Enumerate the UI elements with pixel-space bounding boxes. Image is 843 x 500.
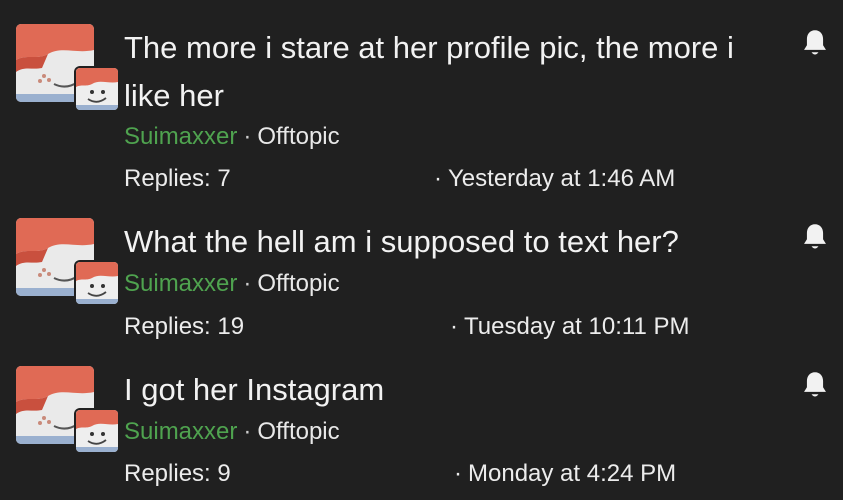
thread-item[interactable]: The more i stare at her profile pic, the… (0, 24, 843, 200)
thread-item[interactable]: I got her Instagram Suimaxxer · Offtopic R… (0, 366, 843, 496)
author-link[interactable]: Suimaxxer (124, 123, 237, 150)
thread-avatars (16, 218, 116, 308)
forum-link[interactable]: Offtopic (257, 270, 339, 297)
last-poster-avatar[interactable] (76, 262, 118, 304)
thread-item[interactable]: What the hell am i supposed to text her?… (0, 218, 843, 348)
thread-meta: Suimaxxer · Offtopic (124, 122, 340, 152)
bullet: · (450, 313, 458, 340)
bullet: · (434, 165, 442, 192)
meta-separator: · (243, 123, 252, 150)
bell-icon[interactable] (801, 370, 829, 400)
last-post-time[interactable]: · Yesterday at 1:46 AM (434, 164, 675, 194)
author-link[interactable]: Suimaxxer (124, 270, 237, 297)
meta-separator: · (243, 418, 252, 445)
replies-count: Replies: 19 (124, 313, 245, 340)
last-post-time[interactable]: · Monday at 4:24 PM (454, 459, 676, 489)
last-post-time-text: Monday at 4:24 PM (468, 460, 677, 487)
last-poster-avatar[interactable] (76, 410, 118, 452)
replies-count: Replies: 9 (124, 460, 231, 487)
thread-avatars (16, 366, 116, 456)
last-post-time[interactable]: · Tuesday at 10:11 PM (450, 312, 689, 342)
thread-title[interactable]: The more i stare at her profile pic, the… (124, 24, 774, 120)
thread-title[interactable]: I got her Instagram (124, 366, 774, 414)
last-post-time-text: Tuesday at 10:11 PM (464, 313, 690, 340)
bell-icon[interactable] (801, 222, 829, 252)
forum-link[interactable]: Offtopic (257, 123, 339, 150)
replies-count: Replies: 7 (124, 165, 231, 192)
thread-title[interactable]: What the hell am i supposed to text her? (124, 218, 774, 266)
thread-meta: Suimaxxer · Offtopic (124, 269, 340, 299)
thread-avatars (16, 24, 116, 114)
author-link[interactable]: Suimaxxer (124, 418, 237, 445)
bell-icon[interactable] (801, 28, 829, 58)
last-post-time-text: Yesterday at 1:46 AM (448, 165, 676, 192)
bullet: · (454, 460, 462, 487)
meta-separator: · (243, 270, 252, 297)
thread-meta: Suimaxxer · Offtopic (124, 417, 340, 447)
last-poster-avatar[interactable] (76, 68, 118, 110)
forum-link[interactable]: Offtopic (257, 418, 339, 445)
